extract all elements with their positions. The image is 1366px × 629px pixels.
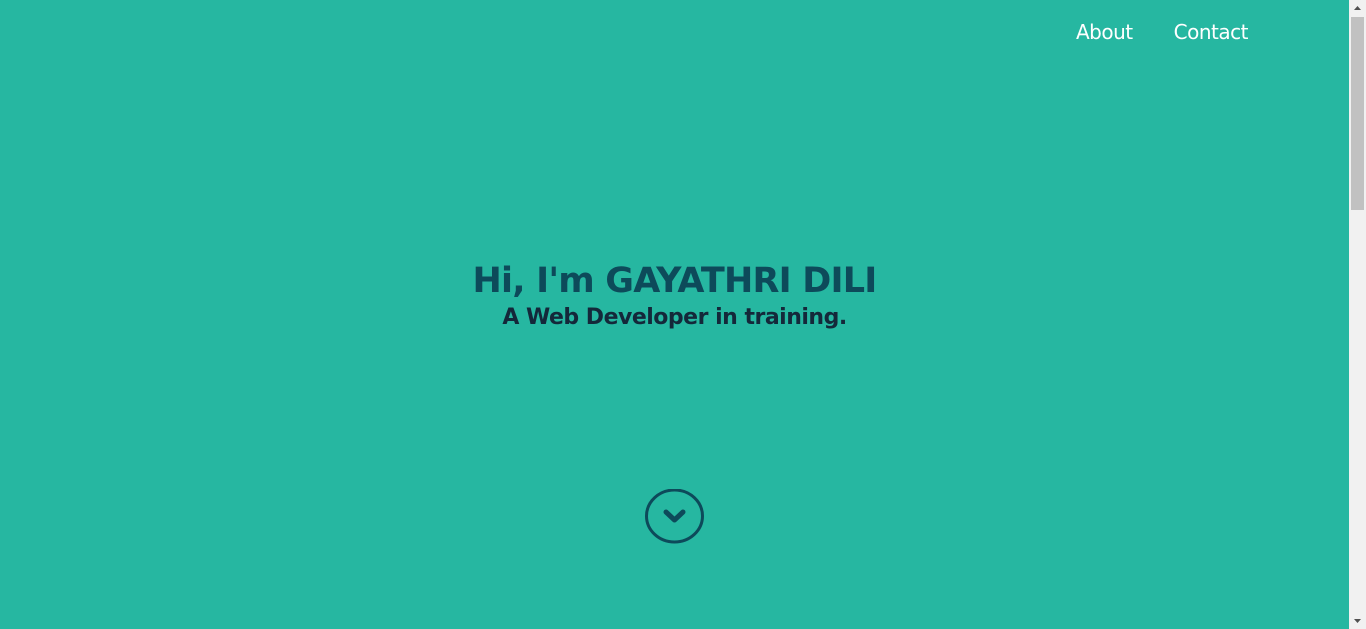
- nav-link-about[interactable]: About: [1076, 20, 1133, 44]
- scroll-down-arrow-icon[interactable]: [1349, 612, 1366, 629]
- page: About Contact Hi, I'm GAYATHRI DILI A We…: [0, 0, 1366, 629]
- viewport: About Contact Hi, I'm GAYATHRI DILI A We…: [0, 0, 1349, 629]
- hero-subtitle: A Web Developer in training.: [502, 305, 847, 330]
- scroll-down-button[interactable]: [645, 488, 704, 544]
- scrollbar-thumb[interactable]: [1351, 17, 1364, 210]
- top-nav: About Contact: [1076, 20, 1248, 44]
- hero-title: Hi, I'm GAYATHRI DILI: [472, 261, 878, 301]
- nav-link-contact[interactable]: Contact: [1174, 20, 1249, 44]
- chevron-down-circle-icon: [645, 488, 704, 544]
- hero-section: Hi, I'm GAYATHRI DILI A Web Developer in…: [0, 259, 1349, 332]
- scroll-up-arrow-icon[interactable]: [1349, 0, 1366, 17]
- vertical-scrollbar[interactable]: [1349, 0, 1366, 629]
